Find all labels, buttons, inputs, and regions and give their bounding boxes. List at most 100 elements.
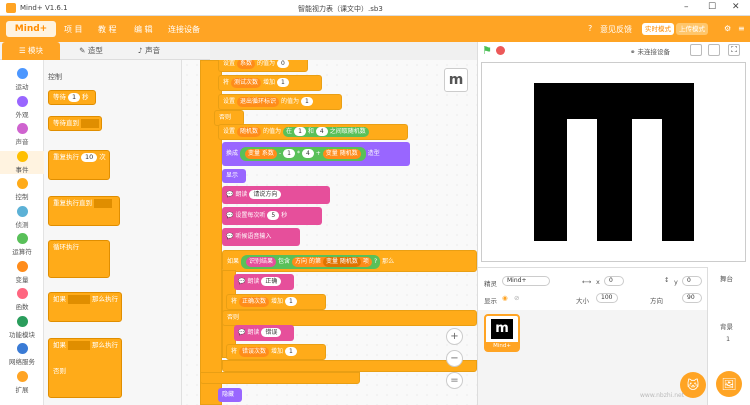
zoom-out-button[interactable]: − [446,350,463,367]
change-wrong-var[interactable]: 错误次数 [239,347,270,357]
category-5[interactable]: 侦测 [0,205,44,229]
tab-blocks[interactable]: ☰ 模块 [2,42,60,60]
contains-operator[interactable]: 识别结果 包含 方向 的第 变量 随机数项? [241,255,381,269]
stage-canvas[interactable] [481,62,746,262]
set-exit-val[interactable]: 1 [301,97,313,106]
random-min[interactable]: 1 [294,127,306,136]
costume-expression[interactable]: 变量 系数 -1 * 4 + 变量 随机数 [240,147,366,161]
set-listen-duration-block[interactable]: 💬 设置每次听 5 秒 [222,207,322,225]
duration-val[interactable]: 5 [267,211,280,220]
menu-connect-device[interactable]: 连接设备 [168,24,200,35]
switch-costume-block[interactable]: 换成 变量 系数 -1 * 4 + 变量 随机数 造型 [222,142,410,166]
menu-more-icon[interactable]: ≡ [738,24,745,33]
set-exit-var[interactable]: 退出循环标识 [237,97,280,107]
list-item-reporter[interactable]: 方向 的第 变量 随机数项 [292,257,372,267]
category-label: 网络服务 [9,358,35,366]
recognition-result[interactable]: 识别结果 [246,257,277,267]
settings-icon[interactable]: ⚙ [724,24,731,33]
change-correct-var[interactable]: 正确次数 [239,297,270,307]
category-2[interactable]: 声音 [0,123,44,146]
green-flag-icon[interactable]: ⚑ [482,44,492,57]
random-operator[interactable]: 在 1 和 4 之间取随机数 [283,127,369,137]
category-1[interactable]: 外观 [0,95,44,119]
direction-input[interactable]: 90 [682,293,702,303]
small-stage-button[interactable] [690,44,702,56]
costume-var-random[interactable]: 变量 随机数 [322,149,361,159]
y-input[interactable]: 0 [682,276,702,286]
category-6[interactable]: 运算符 [0,233,44,256]
set-random-var[interactable]: 随机数 [237,127,262,137]
wait-until-block[interactable]: 等待直到 [48,116,102,131]
x-input[interactable]: 0 [604,276,624,286]
category-7[interactable]: 变量 [0,260,44,284]
set-coef-block[interactable]: 设置 系数 的值为 0 [218,60,308,72]
category-3[interactable]: 事件 [0,150,44,174]
minimize-icon[interactable]: – [684,2,689,12]
list-index-var[interactable]: 变量 随机数 [323,257,361,267]
upload-mode-button[interactable]: 上传模式 [676,23,708,35]
tab-sounds[interactable]: ♪ 声音 [120,42,178,60]
if-then-block[interactable]: 如果 那么执行 [48,292,122,322]
menu-project[interactable]: 项 目 [64,24,83,35]
realtime-mode-button[interactable]: 实时模式 [642,23,674,35]
listen-block[interactable]: 💬 听候语音输入 [222,228,300,246]
close-icon[interactable]: ✕ [732,2,740,12]
menu-edit[interactable]: 编 辑 [134,24,153,35]
costume-var-coef[interactable]: 变量 系数 [245,149,277,159]
category-11[interactable]: 扩展 [0,370,44,394]
sprite-thumbnail[interactable]: m Mind+ [484,314,520,352]
costume-v1[interactable]: 1 [283,149,295,158]
wait-block[interactable]: 等待 1 秒 [48,90,96,105]
set-random-block[interactable]: 设置 随机数 的值为在 1 和 4 之间取随机数 [218,124,408,140]
script-workspace[interactable]: 设置 系数 的值为 0 将测试次数 增加 1 设置 退出循环标识 的值为 1 否则 设置 随机数的… [182,60,477,405]
speak-val[interactable]: 请说方向 [249,190,282,199]
category-9[interactable]: 功能模块 [0,315,44,339]
maximize-icon[interactable]: ☐ [708,2,716,12]
menu-tutorial[interactable]: 教 程 [98,24,117,35]
wait-value[interactable]: 1 [68,93,81,102]
zoom-reset-button[interactable]: = [446,372,463,389]
if-then-else-block[interactable]: 如果 那么执行 否则 [48,338,122,398]
feedback-link[interactable]: 意见反馈 [600,24,632,35]
category-4[interactable]: 控制 [0,178,44,201]
change-correct-val[interactable]: 1 [285,297,297,306]
change-test-val[interactable]: 1 [277,78,289,87]
category-0[interactable]: 运动 [0,68,44,91]
random-max[interactable]: 4 [315,127,328,136]
speak-error-block[interactable]: 💬 朗读 错误 [234,325,294,341]
fullscreen-icon[interactable]: ⛶ [728,44,740,56]
show-block[interactable]: 显示 [222,169,246,183]
set-coef-var[interactable]: 系数 [237,60,256,69]
speak-correct-block[interactable]: 💬 朗读 正确 [234,274,294,290]
add-backdrop-icon[interactable]: 🖼 [716,371,742,397]
if-contains-block[interactable]: 如果 识别结果 包含 方向 的第 变量 随机数项? 那么 [222,250,477,272]
category-10[interactable]: 网络服务 [0,343,44,366]
change-wrong-block[interactable]: 将错误次数 增加 1 [226,344,326,360]
set-exit-block[interactable]: 设置 退出循环标识 的值为 1 [218,94,342,110]
costume-v2[interactable]: 4 [301,149,314,158]
speak-err-val[interactable]: 错误 [261,328,282,337]
large-stage-button[interactable] [708,44,720,56]
show-visible-icon[interactable]: ◉ [502,294,508,302]
sprite-name-input[interactable]: Mind+ [502,276,550,286]
change-test-var[interactable]: 测试次数 [231,78,262,88]
category-8[interactable]: 函数 [0,288,44,311]
hide-block[interactable]: 隐藏 [218,388,242,402]
speak-ok-val[interactable]: 正确 [261,277,282,286]
zoom-in-button[interactable]: + [446,328,463,345]
tab-costumes[interactable]: ✎ 造型 [62,42,120,60]
repeat-block[interactable]: 重复执行 10 次 [48,150,110,180]
change-wrong-val[interactable]: 1 [285,347,297,356]
repeat-until-block[interactable]: 重复执行直到 [48,196,120,226]
size-input[interactable]: 100 [596,293,618,303]
change-correct-block[interactable]: 将正确次数 增加 1 [226,294,326,310]
speak-direction-block[interactable]: 💬 朗读 请说方向 [222,186,330,204]
forever-block[interactable]: 循环执行 [48,240,110,278]
change-test-block[interactable]: 将测试次数 增加 1 [218,75,322,91]
feedback-icon[interactable]: ? [588,24,592,33]
repeat-value[interactable]: 10 [81,153,98,162]
stop-icon[interactable] [496,46,505,55]
sprite-costume[interactable] [482,63,745,261]
set-coef-val[interactable]: 0 [277,60,289,68]
show-hidden-icon[interactable]: ⊘ [514,294,519,302]
